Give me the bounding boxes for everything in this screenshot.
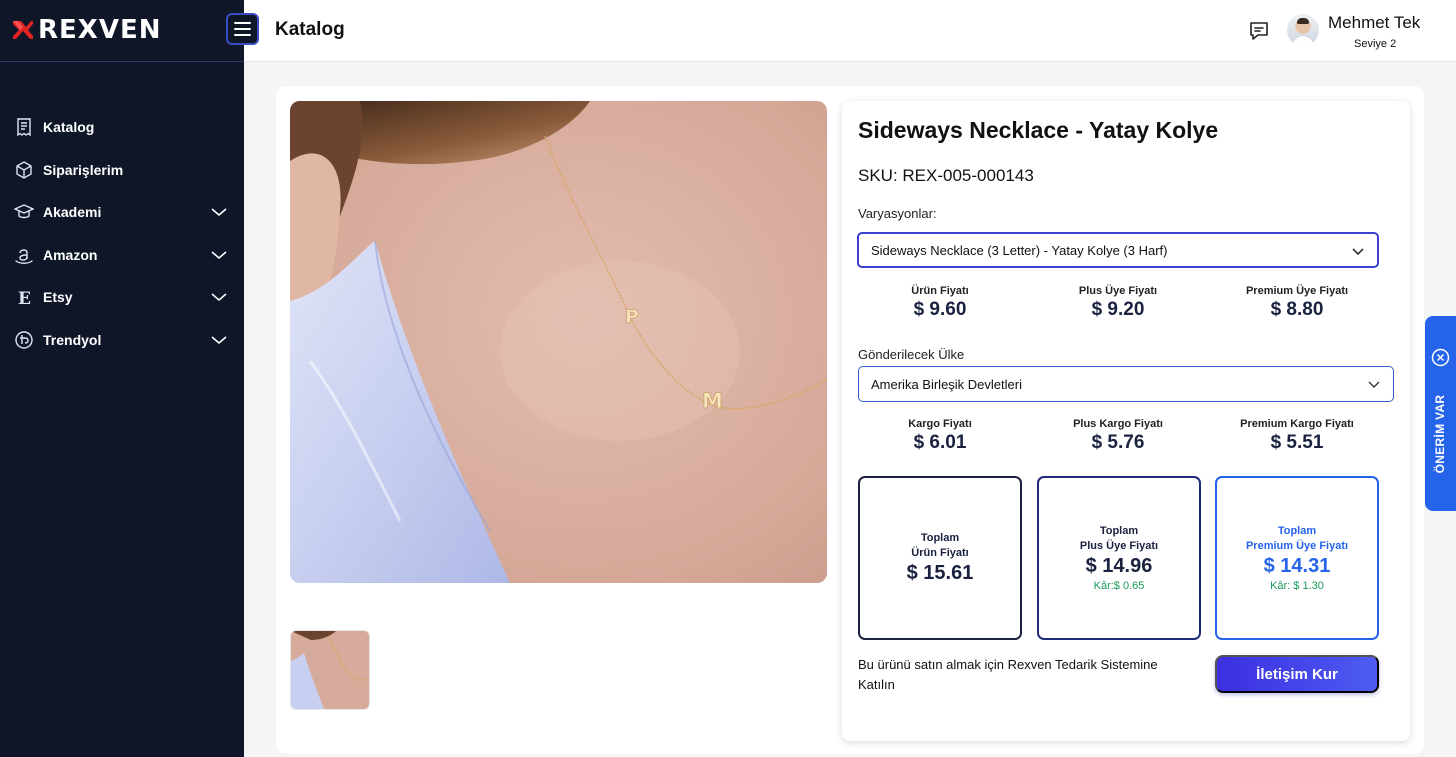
join-system-text: Bu ürünü satın almak için Rexven Tedarik… xyxy=(858,657,1158,692)
hamburger-icon-bar xyxy=(234,22,251,24)
brand-name: REXVEN xyxy=(38,15,162,45)
shipping-value: $ 5.51 xyxy=(1270,432,1324,453)
hamburger-icon-bar xyxy=(234,28,251,30)
price-label: Plus Üye Fiyatı xyxy=(1078,285,1158,297)
chevron-down-icon xyxy=(1368,381,1380,388)
sidebar-item-label: Trendyol xyxy=(43,331,102,348)
price-value: $ 9.20 xyxy=(1091,299,1145,320)
price-plus: Plus Üye Fiyatı $ 9.20 xyxy=(1038,285,1198,321)
shipping-label: Kargo Fiyatı xyxy=(908,418,972,430)
total-label-line1: Toplam xyxy=(920,532,960,544)
necklace-photo: P M xyxy=(290,101,827,583)
close-circle-icon[interactable] xyxy=(1431,348,1450,367)
total-value: $ 15.61 xyxy=(906,562,974,584)
country-selected-value: Amerika Birleşik Devletleri xyxy=(871,376,1022,392)
price-value: $ 9.60 xyxy=(913,299,967,320)
shipping-plus: Plus Kargo Fiyatı $ 5.76 xyxy=(1038,418,1198,454)
shipping-value: $ 5.76 xyxy=(1091,432,1145,453)
thumbnail-photo xyxy=(291,631,369,709)
letter-m-charm: M xyxy=(702,389,723,413)
total-label-line2: Ürün Fiyatı xyxy=(911,547,969,559)
product-image: P M xyxy=(290,101,827,583)
sidebar-item-label: Etsy xyxy=(43,289,73,306)
sidebar-item-amazon[interactable]: Amazon xyxy=(0,234,244,277)
svg-text:E: E xyxy=(18,289,31,307)
top-header: Katalog Mehmet Tek Seviye 2 xyxy=(244,0,1456,62)
total-label-line2: Premium Üye Fiyatı xyxy=(1245,540,1349,552)
sidebar-item-etsy[interactable]: E Etsy xyxy=(0,276,244,319)
hamburger-menu-button[interactable] xyxy=(226,13,259,45)
variation-selected-value: Sideways Necklace (3 Letter) - Yatay Kol… xyxy=(871,242,1168,258)
product-thumbnail[interactable] xyxy=(290,630,370,710)
variation-select[interactable]: Sideways Necklace (3 Letter) - Yatay Kol… xyxy=(857,232,1379,268)
sidebar-item-label: Katalog xyxy=(43,119,95,136)
country-select[interactable]: Amerika Birleşik Devletleri xyxy=(858,366,1394,402)
shipping-value: $ 6.01 xyxy=(913,432,967,453)
user-level: Seviye 2 xyxy=(1354,38,1397,50)
profit-text: Kâr:$ 0.65 xyxy=(1093,580,1145,592)
etsy-icon: E xyxy=(13,286,35,308)
price-urun: Ürün Fiyatı $ 9.60 xyxy=(860,285,1020,321)
page-title: Katalog xyxy=(275,19,345,40)
shipping-label: Premium Kargo Fiyatı xyxy=(1240,418,1354,430)
shipping-premium: Premium Kargo Fiyatı $ 5.51 xyxy=(1217,418,1377,454)
total-card-standard[interactable]: Toplam Ürün Fiyatı $ 15.61 xyxy=(858,476,1022,640)
sidebar-item-katalog[interactable]: Katalog xyxy=(0,106,244,149)
chevron-down-icon xyxy=(1352,248,1364,256)
total-label-line1: Toplam xyxy=(1277,525,1317,537)
letter-p-charm: P xyxy=(625,306,639,328)
variations-label: Varyasyonlar: xyxy=(858,206,937,221)
chat-icon[interactable] xyxy=(1247,19,1271,43)
total-value: $ 14.96 xyxy=(1085,555,1153,577)
sidebar-nav: Katalog Siparişlerim Akademi Amazon E Et… xyxy=(0,106,244,361)
chevron-down-icon[interactable] xyxy=(210,333,228,347)
chevron-down-icon[interactable] xyxy=(210,205,228,219)
sidebar-divider xyxy=(0,61,244,62)
chevron-down-icon[interactable] xyxy=(210,290,228,304)
product-sku: SKU: REX-005-000143 xyxy=(858,166,1034,185)
sidebar-item-siparislerim[interactable]: Siparişlerim xyxy=(0,149,244,192)
shipping-standard: Kargo Fiyatı $ 6.01 xyxy=(860,418,1020,454)
total-card-plus[interactable]: Toplam Plus Üye Fiyatı $ 14.96 Kâr:$ 0.6… xyxy=(1037,476,1201,640)
total-label-line1: Toplam xyxy=(1099,525,1139,537)
box-icon xyxy=(13,159,35,181)
contact-button[interactable]: İletişim Kur xyxy=(1215,655,1379,693)
user-name[interactable]: Mehmet Tek xyxy=(1328,13,1420,33)
price-label: Ürün Fiyatı xyxy=(911,285,969,297)
rexven-logo-mark-icon xyxy=(13,21,33,39)
sidebar-item-label: Amazon xyxy=(43,246,98,263)
price-premium: Premium Üye Fiyatı $ 8.80 xyxy=(1217,285,1377,321)
country-label: Gönderilecek Ülke xyxy=(858,347,965,362)
avatar[interactable] xyxy=(1287,14,1319,46)
total-value: $ 14.31 xyxy=(1263,555,1331,577)
sidebar: REXVEN Katalog Siparişlerim Akademi Amaz… xyxy=(0,0,244,757)
trendyol-icon xyxy=(13,329,35,351)
sidebar-item-label: Siparişlerim xyxy=(43,161,124,178)
suggestion-tab[interactable]: ÖNERİM VAR xyxy=(1425,316,1456,511)
suggestion-label: ÖNERİM VAR xyxy=(1433,394,1447,474)
sidebar-item-akademi[interactable]: Akademi xyxy=(0,191,244,234)
product-title: Sideways Necklace - Yatay Kolye xyxy=(858,117,1219,143)
receipt-icon xyxy=(13,116,35,138)
price-label: Premium Üye Fiyatı xyxy=(1245,285,1349,297)
graduation-cap-icon xyxy=(13,201,35,223)
price-value: $ 8.80 xyxy=(1270,299,1324,320)
amazon-icon xyxy=(13,244,35,266)
shipping-label: Plus Kargo Fiyatı xyxy=(1073,418,1163,430)
total-label-line2: Plus Üye Fiyatı xyxy=(1079,540,1159,552)
sidebar-item-trendyol[interactable]: Trendyol xyxy=(0,319,244,362)
sidebar-item-label: Akademi xyxy=(43,204,102,221)
profit-text: Kâr: $ 1.30 xyxy=(1270,580,1324,592)
chevron-down-icon[interactable] xyxy=(210,248,228,262)
total-card-premium[interactable]: Toplam Premium Üye Fiyatı $ 14.31 Kâr: $… xyxy=(1215,476,1379,640)
hamburger-icon-bar xyxy=(234,34,251,36)
rexven-logo[interactable]: REXVEN xyxy=(12,14,161,46)
